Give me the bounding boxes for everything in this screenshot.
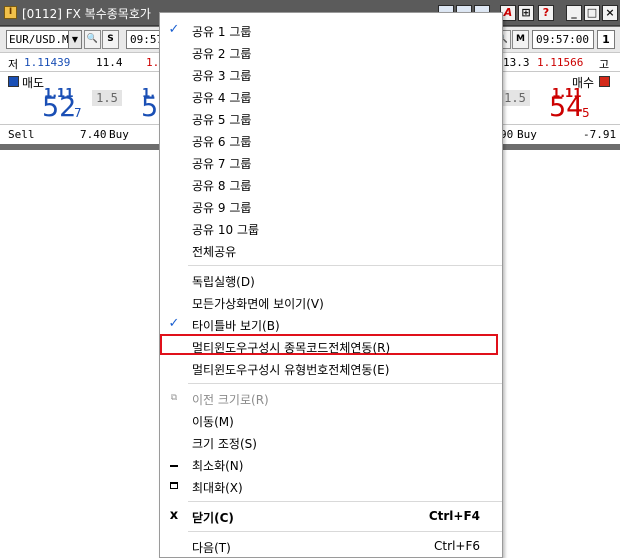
minimize-button[interactable]: _ [566, 5, 582, 21]
app-icon[interactable]: I [4, 6, 17, 19]
menu-item-move[interactable]: 이동(M) [160, 409, 502, 431]
menu-item-share-group-5[interactable]: 공유 5 그룹 [160, 107, 502, 129]
menu-item-show-all-virtual-screens[interactable]: 모든가상화면에 보이기(V) [160, 291, 502, 313]
menu-item-label: 모든가상화면에 보이기(V) [192, 297, 324, 311]
check-icon: ✓ [168, 22, 180, 37]
menu-item-next[interactable]: 다음(T) Ctrl+F6 [160, 535, 502, 557]
menu-item-maximize[interactable]: 최대화(X) [160, 475, 502, 497]
menu-separator [188, 501, 502, 502]
menu-item-share-group-10[interactable]: 공유 10 그룹 [160, 217, 502, 239]
m-toggle-button[interactable]: M [512, 30, 529, 49]
high-value: 1.11566 [537, 56, 584, 69]
search-icon[interactable]: 🔍 [84, 30, 101, 49]
menu-item-share-group-7[interactable]: 공유 7 그룹 [160, 151, 502, 173]
maximize-button[interactable]: □ [584, 5, 600, 21]
close-button[interactable]: × [602, 5, 618, 21]
menu-separator [188, 265, 502, 266]
menu-item-restore: ⧉ 이전 크기로(R) [160, 387, 502, 409]
check-icon: ✓ [168, 316, 180, 331]
menu-item-minimize[interactable]: 최소화(N) [160, 453, 502, 475]
menu-item-share-all[interactable]: 전체공유 [160, 239, 502, 261]
sell-trunc-big[interactable]: 5 [141, 92, 158, 123]
menu-item-label: 공유 4 그룹 [192, 91, 252, 105]
buy-text: Buy [109, 128, 129, 141]
menu-item-link-type-number[interactable]: 멀티윈도우구성시 유형번호전체연동(E) [160, 357, 502, 379]
menu-item-shortcut: Ctrl+F4 [428, 509, 480, 523]
buy-arrow-icon[interactable] [599, 76, 610, 87]
menu-item-label: 이전 크기로(R) [192, 393, 269, 407]
menu-separator [188, 383, 502, 384]
sell-price-small: 7 [74, 106, 82, 120]
buy-price-small: 5 [582, 106, 590, 120]
grid-icon[interactable]: ⊞ [518, 5, 534, 21]
low-value: 1.11439 [24, 56, 71, 69]
menu-item-label: 최대화(X) [192, 481, 243, 495]
menu-item-close[interactable]: x 닫기(C) Ctrl+F4 [160, 505, 502, 527]
menu-item-label: 공유 8 그룹 [192, 179, 252, 193]
menu-item-share-group-3[interactable]: 공유 3 그룹 [160, 63, 502, 85]
maximize-icon [166, 477, 182, 495]
menu-item-label: 크기 조정(S) [192, 437, 257, 451]
minimize-icon [166, 455, 182, 473]
s-toggle-button[interactable]: S [102, 30, 119, 49]
buy-pl-value: -7.91 [583, 128, 617, 141]
count-box[interactable]: 1 [597, 30, 615, 49]
menu-item-show-titlebar[interactable]: ✓ 타이틀바 보기(B) [160, 313, 502, 335]
sell-text: Sell [8, 128, 35, 141]
menu-item-link-symbol-code[interactable]: 멀티윈도우구성시 종목코드전체연동(R) [160, 335, 502, 357]
mid-trunc: 1. [146, 56, 160, 69]
menu-item-label: 닫기(C) [192, 511, 234, 525]
menu-item-share-group-2[interactable]: 공유 2 그룹 [160, 41, 502, 63]
time-right: 09:57:00 [532, 30, 594, 49]
close-icon: x [169, 508, 179, 523]
menu-item-label: 전체공유 [192, 245, 237, 259]
menu-item-shortcut: Ctrl+F6 [434, 539, 480, 553]
menu-item-label: 공유 7 그룹 [192, 157, 252, 171]
spread-right: 1.5 [500, 90, 530, 106]
high-label: 고 [599, 58, 610, 71]
menu-item-label: 공유 1 그룹 [192, 25, 252, 39]
menu-item-label: 공유 10 그룹 [192, 223, 260, 237]
menu-item-share-group-6[interactable]: 공유 6 그룹 [160, 129, 502, 151]
window-title: [0112] FX 복수종목호가 [22, 7, 151, 21]
right-value: 13.3 [503, 56, 530, 69]
right-buy-text: Buy [517, 128, 537, 141]
menu-item-resize[interactable]: 크기 조정(S) [160, 431, 502, 453]
menu-item-standalone[interactable]: 독립실행(D) [160, 269, 502, 291]
menu-item-label: 타이틀바 보기(B) [192, 319, 280, 333]
menu-item-label: 공유 6 그룹 [192, 135, 252, 149]
sell-arrow-icon[interactable] [8, 76, 19, 87]
sell-label[interactable]: 매도 [22, 74, 44, 91]
context-menu: ✓ 공유 1 그룹 공유 2 그룹 공유 3 그룹 공유 4 그룹 공유 5 그… [159, 12, 503, 558]
buy-price-big[interactable]: 54 [549, 92, 583, 123]
menu-item-label: 최소화(N) [192, 459, 244, 473]
restore-icon: ⧉ [170, 393, 178, 403]
menu-item-share-group-4[interactable]: 공유 4 그룹 [160, 85, 502, 107]
menu-item-label: 공유 9 그룹 [192, 201, 252, 215]
spread-left: 1.5 [92, 90, 122, 106]
help-button[interactable]: ? [538, 5, 554, 21]
menu-item-label: 멀티윈도우구성시 종목코드전체연동(R) [192, 341, 391, 355]
menu-item-share-group-9[interactable]: 공유 9 그룹 [160, 195, 502, 217]
mid-value: 11.4 [96, 56, 123, 69]
menu-item-label: 이동(M) [192, 415, 234, 429]
chevron-down-icon[interactable]: ▼ [68, 30, 82, 49]
sell-price-big[interactable]: 52 [42, 92, 76, 123]
menu-item-label: 공유 2 그룹 [192, 47, 252, 61]
menu-item-share-group-8[interactable]: 공유 8 그룹 [160, 173, 502, 195]
menu-item-label: 공유 5 그룹 [192, 113, 252, 127]
menu-item-label: 공유 3 그룹 [192, 69, 252, 83]
menu-item-label: 독립실행(D) [192, 275, 255, 289]
menu-item-label: 다음(T) [192, 541, 231, 555]
sell-pl-value: 7.40 [80, 128, 107, 141]
low-label: 저 [8, 58, 19, 71]
menu-separator [188, 531, 502, 532]
menu-item-share-group-1[interactable]: ✓ 공유 1 그룹 [160, 19, 502, 41]
menu-item-label: 멀티윈도우구성시 유형번호전체연동(E) [192, 363, 390, 377]
